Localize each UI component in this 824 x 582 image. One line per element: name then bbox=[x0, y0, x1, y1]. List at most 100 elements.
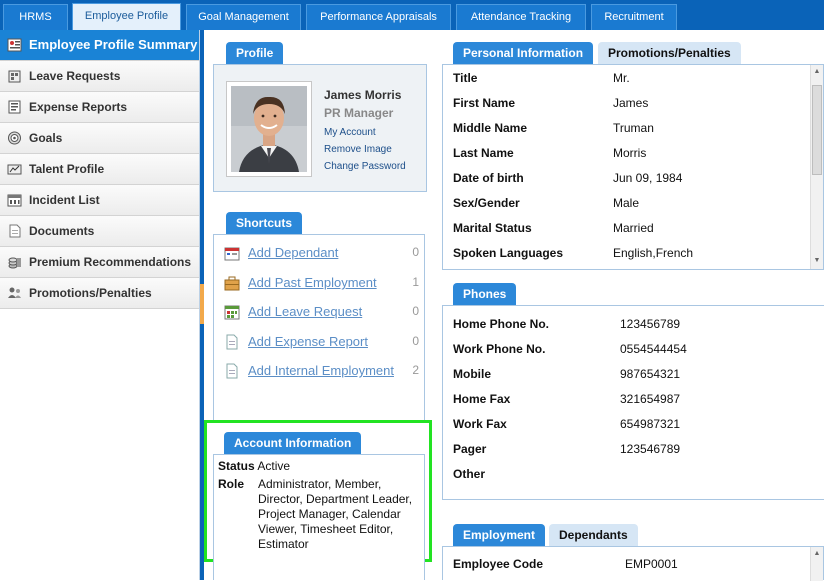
account-role-label: Role bbox=[218, 477, 245, 491]
status-value: Active bbox=[257, 459, 291, 473]
top-nav: HRMS Employee Profile Goal Management Pe… bbox=[0, 0, 824, 30]
info-row: First Name James bbox=[453, 96, 649, 110]
document-icon bbox=[226, 363, 238, 379]
phone-row: Mobile 987654321 bbox=[453, 367, 681, 381]
info-row: Middle Name Truman bbox=[453, 121, 654, 135]
profile-summary-icon bbox=[7, 38, 22, 52]
promotions-icon bbox=[8, 287, 21, 298]
sidebar-item-label: Talent Profile bbox=[29, 162, 105, 176]
sidebar-item-label: Leave Requests bbox=[29, 69, 121, 83]
shortcut-label[interactable]: Add Dependant bbox=[248, 245, 338, 260]
sidebar-item-employee-profile-summary[interactable]: Employee Profile Summary bbox=[0, 30, 199, 61]
tab-performance-appraisals[interactable]: Performance Appraisals bbox=[306, 4, 451, 30]
info-row: Marital Status Married bbox=[453, 221, 654, 235]
phone-row: Work Phone No. 0554544454 bbox=[453, 342, 687, 356]
shortcut-count: 0 bbox=[412, 245, 419, 259]
avatar bbox=[226, 81, 312, 177]
sidebar-item-label: Incident List bbox=[29, 193, 100, 207]
tab-dependants[interactable]: Dependants bbox=[549, 524, 638, 546]
shortcut-add-dependant[interactable]: Add Dependant 0 bbox=[224, 243, 419, 263]
shortcut-label[interactable]: Add Past Employment bbox=[248, 275, 377, 290]
documents-icon bbox=[9, 224, 21, 238]
briefcase-icon bbox=[224, 276, 240, 291]
incident-icon bbox=[7, 194, 22, 207]
account-information-tab: Account Information bbox=[224, 432, 362, 454]
tab-promotions-penalties[interactable]: Promotions/Penalties bbox=[598, 42, 741, 64]
profile-panel: James Morris PR Manager My Account Remov… bbox=[213, 64, 427, 192]
sidebar: Employee Profile Summary Leave Requests … bbox=[0, 30, 200, 580]
sidebar-item-label: Promotions/Penalties bbox=[29, 286, 152, 300]
account-status-row: Status Active bbox=[218, 459, 290, 473]
dependant-icon bbox=[224, 247, 240, 261]
phones-panel: Home Phone No. 123456789 Work Phone No. 05… bbox=[442, 305, 824, 500]
sidebar-item-label: Expense Reports bbox=[29, 100, 128, 114]
shortcut-add-past-employment[interactable]: Add Past Employment 1 bbox=[224, 273, 419, 293]
shortcut-count: 0 bbox=[412, 304, 419, 318]
account-role-value: Administrator, Member, Director, Departm… bbox=[258, 477, 413, 551]
phone-row: Pager 123546789 bbox=[453, 442, 681, 456]
phone-row: Work Fax 654987321 bbox=[453, 417, 681, 431]
sidebar-item-expense-reports[interactable]: Expense Reports bbox=[0, 92, 199, 123]
profile-photo bbox=[231, 86, 307, 172]
info-row: Last Name Morris bbox=[453, 146, 647, 160]
sidebar-item-goals[interactable]: Goals bbox=[0, 123, 199, 154]
scroll-thumb[interactable] bbox=[812, 85, 822, 175]
shortcut-label[interactable]: Add Internal Employment bbox=[248, 363, 394, 378]
employment-panel: Employee Code EMP0001 ▲ bbox=[442, 546, 824, 581]
scroll-down-arrow[interactable]: ▼ bbox=[811, 254, 823, 268]
splitter-handle[interactable] bbox=[200, 284, 204, 324]
shortcut-count: 1 bbox=[412, 275, 419, 289]
phones-tab: Phones bbox=[453, 283, 517, 305]
talent-icon bbox=[7, 164, 22, 175]
info-row: Sex/Gender Male bbox=[453, 196, 640, 210]
personal-information-panel: Title Mr. First Name James Middle Name Trum… bbox=[442, 64, 824, 270]
shortcut-add-expense-report[interactable]: Add Expense Report 0 bbox=[224, 332, 419, 352]
sidebar-item-label: Goals bbox=[29, 131, 63, 145]
shortcuts-panel: Add Dependant 0 Add Past Employment 1 Ad… bbox=[213, 234, 425, 420]
shortcut-label[interactable]: Add Expense Report bbox=[248, 334, 368, 349]
profile-name: James Morris bbox=[324, 88, 402, 102]
shortcut-add-leave-request[interactable]: Add Leave Request 0 bbox=[224, 302, 419, 322]
employment-scrollbar[interactable]: ▲ bbox=[810, 547, 823, 581]
shortcut-label[interactable]: Add Leave Request bbox=[248, 304, 362, 319]
tab-personal-information[interactable]: Personal Information bbox=[453, 42, 594, 64]
sidebar-item-label: Documents bbox=[29, 224, 95, 238]
scroll-up-arrow[interactable]: ▲ bbox=[811, 547, 823, 561]
tab-attendance-tracking[interactable]: Attendance Tracking bbox=[456, 4, 586, 30]
info-row: Title Mr. bbox=[453, 71, 630, 85]
sidebar-item-talent-profile[interactable]: Talent Profile bbox=[0, 154, 199, 185]
personal-scrollbar[interactable]: ▲ ▼ bbox=[810, 65, 823, 269]
tab-employment[interactable]: Employment bbox=[453, 524, 546, 546]
expense-icon bbox=[8, 100, 21, 114]
leave-icon bbox=[8, 70, 21, 83]
tab-recruitment[interactable]: Recruitment bbox=[591, 4, 677, 30]
tab-goal-management[interactable]: Goal Management bbox=[186, 4, 301, 30]
shortcuts-tab: Shortcuts bbox=[226, 212, 303, 234]
change-password-link[interactable]: Change Password bbox=[324, 161, 406, 172]
info-row: Date of birth Jun 09, 1984 bbox=[453, 171, 683, 185]
shortcut-count: 0 bbox=[412, 334, 419, 348]
info-row: Spoken Languages English,French bbox=[453, 246, 694, 260]
sidebar-item-leave-requests[interactable]: Leave Requests bbox=[0, 61, 199, 92]
sidebar-item-incident-list[interactable]: Incident List bbox=[0, 185, 199, 216]
sidebar-item-premium-recommendations[interactable]: Premium Recommendations bbox=[0, 247, 199, 278]
shortcut-add-internal-employment[interactable]: Add Internal Employment 2 bbox=[224, 361, 419, 381]
shortcut-count: 2 bbox=[412, 363, 419, 377]
account-panel: Status Active Role Administrator, Member… bbox=[213, 454, 425, 580]
document-icon bbox=[226, 334, 238, 350]
goals-icon bbox=[8, 131, 21, 145]
sidebar-item-promotions-penalties[interactable]: Promotions/Penalties bbox=[0, 278, 199, 309]
phone-row: Home Fax 321654987 bbox=[453, 392, 681, 406]
remove-image-link[interactable]: Remove Image bbox=[324, 144, 392, 155]
sidebar-item-label: Employee Profile Summary bbox=[29, 37, 198, 52]
status-label: Status bbox=[218, 459, 255, 473]
premium-icon bbox=[8, 257, 21, 269]
tab-employee-profile[interactable]: Employee Profile bbox=[72, 3, 181, 30]
tab-hrms[interactable]: HRMS bbox=[3, 4, 68, 30]
scroll-up-arrow[interactable]: ▲ bbox=[811, 65, 823, 79]
sidebar-item-documents[interactable]: Documents bbox=[0, 216, 199, 247]
profile-tab: Profile bbox=[226, 42, 284, 64]
my-account-link[interactable]: My Account bbox=[324, 127, 376, 138]
phone-row: Other bbox=[453, 467, 486, 481]
calendar-icon bbox=[224, 305, 240, 320]
